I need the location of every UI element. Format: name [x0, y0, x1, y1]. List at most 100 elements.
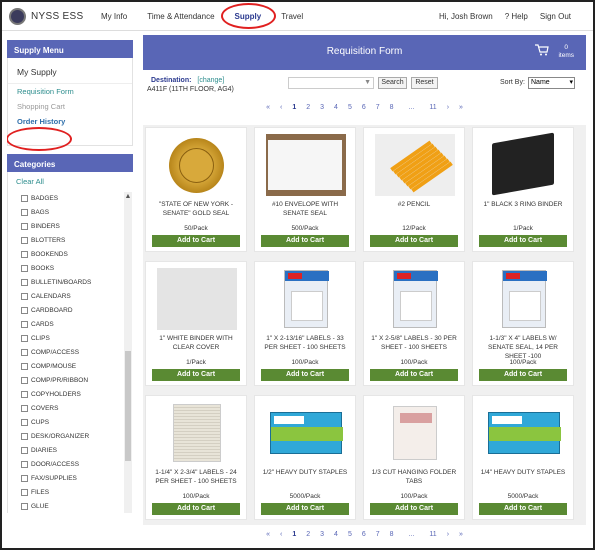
category-item[interactable]: DESK/ORGANIZER: [21, 429, 133, 443]
category-checkbox[interactable]: [21, 264, 28, 272]
clear-all-link[interactable]: Clear All: [8, 172, 133, 191]
sort-select[interactable]: Name ▾: [528, 77, 575, 89]
page-link[interactable]: 5: [348, 531, 352, 538]
category-item[interactable]: CLIPS: [21, 331, 133, 345]
cart-icon[interactable]: [535, 44, 549, 56]
add-to-cart-button[interactable]: Add to Cart: [261, 235, 349, 247]
add-to-cart-button[interactable]: Add to Cart: [479, 369, 567, 381]
product-image[interactable]: [157, 134, 237, 196]
page-link[interactable]: 7: [376, 531, 380, 538]
page-link[interactable]: ‹: [280, 531, 282, 538]
category-checkbox[interactable]: [21, 236, 28, 244]
logo[interactable]: NYSS ESS: [9, 7, 89, 25]
category-checkbox[interactable]: [21, 418, 28, 426]
page-link[interactable]: 5: [348, 104, 352, 111]
scroll-up-icon[interactable]: ▲: [124, 192, 132, 201]
nav-supply[interactable]: Supply: [220, 2, 276, 29]
category-item[interactable]: BLOTTERS: [21, 233, 133, 247]
nav-travel[interactable]: Travel: [281, 12, 303, 21]
add-to-cart-button[interactable]: Add to Cart: [370, 369, 458, 381]
nav-my-info[interactable]: My Info: [101, 12, 127, 21]
page-link[interactable]: «: [266, 104, 270, 111]
page-link[interactable]: »: [459, 104, 463, 111]
reset-button[interactable]: Reset: [411, 77, 438, 89]
help-link[interactable]: ? Help: [505, 12, 528, 21]
cart-count[interactable]: 0 items: [558, 44, 574, 60]
add-to-cart-button[interactable]: Add to Cart: [152, 503, 240, 515]
add-to-cart-button[interactable]: Add to Cart: [261, 503, 349, 515]
page-link[interactable]: 6: [362, 104, 366, 111]
category-item[interactable]: COMP/ACCESS: [21, 345, 133, 359]
product-image[interactable]: [266, 402, 346, 464]
category-item[interactable]: COVERS: [21, 401, 133, 415]
add-to-cart-button[interactable]: Add to Cart: [479, 503, 567, 515]
category-checkbox[interactable]: [21, 446, 28, 454]
category-item[interactable]: BINDERS: [21, 219, 133, 233]
sidebar-item-requisition-form[interactable]: Requisition Form: [8, 84, 132, 99]
nav-time-attendance[interactable]: Time & Attendance: [147, 12, 214, 21]
category-checkbox[interactable]: [21, 474, 28, 482]
add-to-cart-button[interactable]: Add to Cart: [479, 235, 567, 247]
category-checkbox[interactable]: [21, 306, 28, 314]
search-input[interactable]: ▼: [288, 77, 374, 89]
add-to-cart-button[interactable]: Add to Cart: [152, 235, 240, 247]
category-checkbox[interactable]: [21, 460, 28, 468]
page-link[interactable]: 3: [320, 104, 324, 111]
category-scrollbar[interactable]: ▲ ▼: [124, 192, 132, 513]
category-item[interactable]: BADGES: [21, 191, 133, 205]
page-link[interactable]: 7: [376, 104, 380, 111]
page-link[interactable]: ‹: [280, 104, 282, 111]
product-image[interactable]: [484, 132, 564, 196]
category-checkbox[interactable]: [21, 362, 28, 370]
page-link[interactable]: »: [459, 531, 463, 538]
product-image[interactable]: [157, 402, 237, 464]
category-checkbox[interactable]: [21, 194, 28, 202]
page-link[interactable]: 11: [429, 531, 436, 538]
category-checkbox[interactable]: [21, 320, 28, 328]
product-image[interactable]: [375, 134, 455, 196]
sidebar-item-shopping-cart[interactable]: Shopping Cart: [8, 99, 132, 114]
add-to-cart-button[interactable]: Add to Cart: [152, 369, 240, 381]
product-image[interactable]: [375, 268, 455, 330]
category-checkbox[interactable]: [21, 250, 28, 258]
page-link[interactable]: 4: [334, 531, 338, 538]
product-image[interactable]: [266, 134, 346, 196]
add-to-cart-button[interactable]: Add to Cart: [370, 235, 458, 247]
page-link[interactable]: 8: [390, 104, 394, 111]
category-item[interactable]: DOOR/ACCESS: [21, 457, 133, 471]
product-image[interactable]: [375, 402, 455, 464]
search-button[interactable]: Search: [378, 77, 407, 89]
page-link[interactable]: 3: [320, 531, 324, 538]
dropdown-arrow-icon[interactable]: ▼: [364, 79, 371, 86]
category-checkbox[interactable]: [21, 222, 28, 230]
category-checkbox[interactable]: [21, 348, 28, 356]
add-to-cart-button[interactable]: Add to Cart: [370, 503, 458, 515]
page-link[interactable]: 8: [390, 531, 394, 538]
category-item[interactable]: COMP/PR/RIBBON: [21, 373, 133, 387]
category-checkbox[interactable]: [21, 376, 28, 384]
category-item[interactable]: BOOKENDS: [21, 247, 133, 261]
category-checkbox[interactable]: [21, 488, 28, 496]
product-image[interactable]: [266, 268, 346, 330]
destination-change-link[interactable]: [change]: [197, 77, 224, 84]
category-item[interactable]: COMP/MOUSE: [21, 359, 133, 373]
category-item[interactable]: BAGS: [21, 205, 133, 219]
page-link[interactable]: «: [266, 531, 270, 538]
page-link[interactable]: 1: [292, 531, 296, 538]
category-checkbox[interactable]: [21, 432, 28, 440]
scroll-thumb[interactable]: [125, 351, 131, 461]
add-to-cart-button[interactable]: Add to Cart: [261, 369, 349, 381]
category-item[interactable]: GLUE: [21, 499, 133, 513]
page-link[interactable]: 2: [306, 104, 310, 111]
page-link[interactable]: 11: [429, 104, 436, 111]
category-item[interactable]: CARDBOARD: [21, 303, 133, 317]
category-checkbox[interactable]: [21, 404, 28, 412]
page-link[interactable]: 6: [362, 531, 366, 538]
product-image[interactable]: [484, 268, 564, 330]
category-item[interactable]: DIARIES: [21, 443, 133, 457]
page-link[interactable]: ›: [447, 104, 449, 111]
category-item[interactable]: COPYHOLDERS: [21, 387, 133, 401]
category-item[interactable]: CALENDARS: [21, 289, 133, 303]
page-link[interactable]: 4: [334, 104, 338, 111]
page-link[interactable]: ›: [447, 531, 449, 538]
